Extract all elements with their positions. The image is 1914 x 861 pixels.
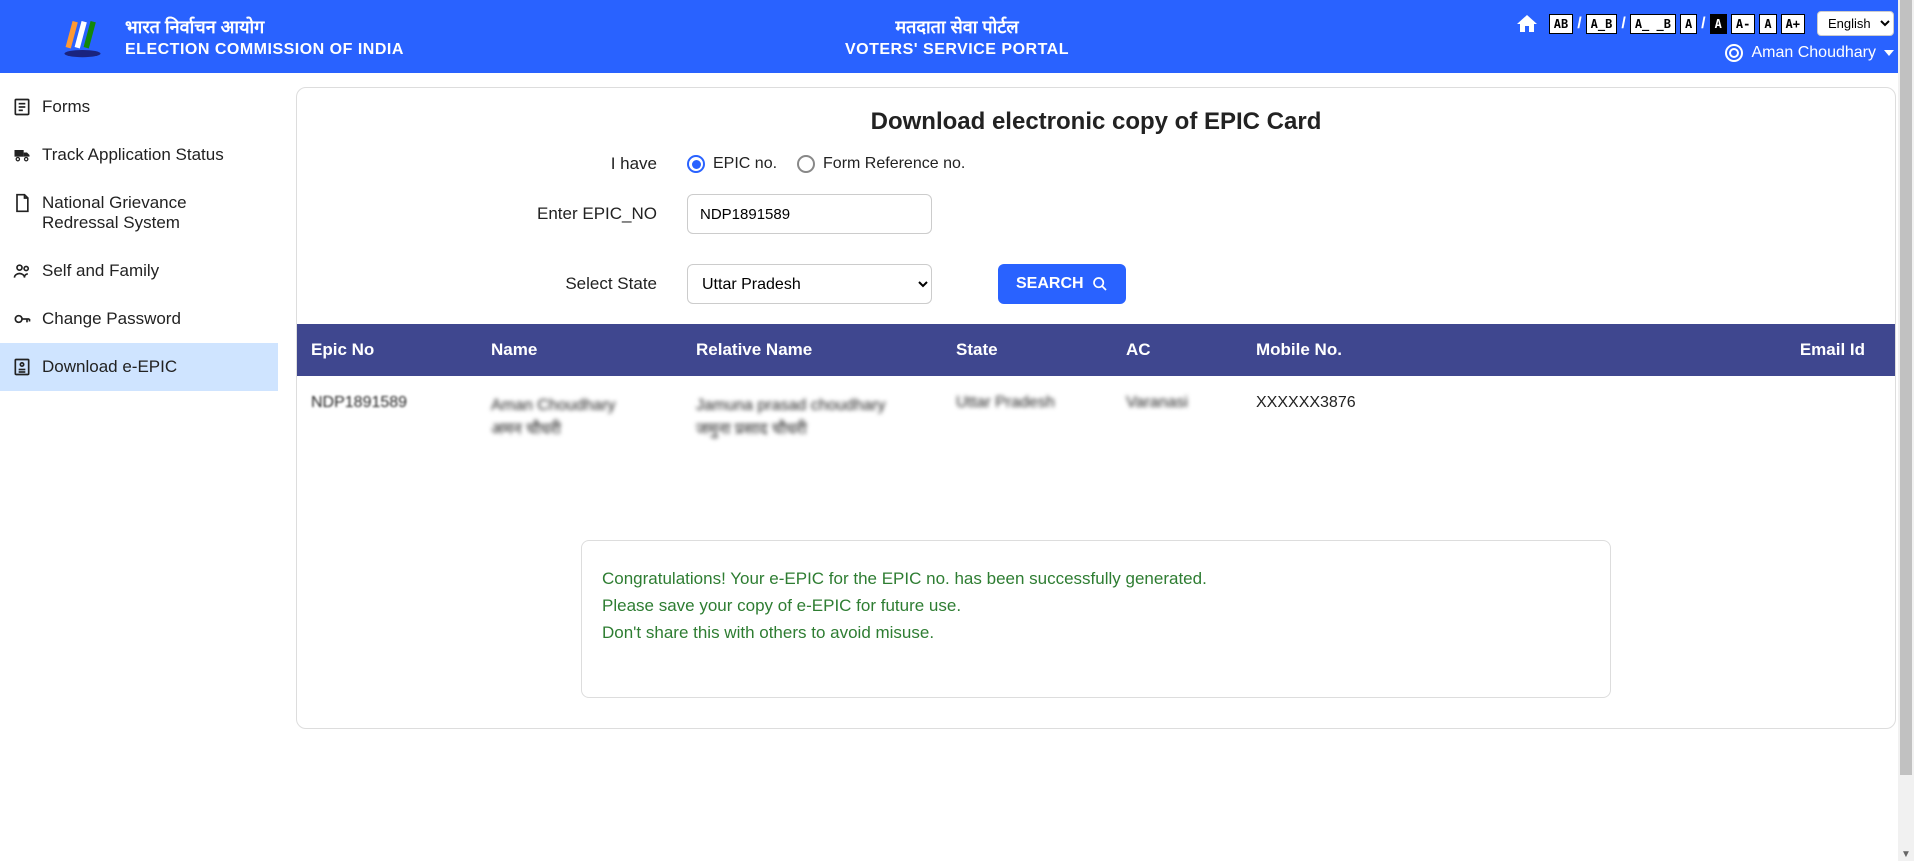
user-icon xyxy=(1725,44,1743,62)
contrast-normal-button[interactable]: A xyxy=(1680,14,1697,34)
i-have-label: I have xyxy=(317,154,687,174)
card-icon xyxy=(12,357,32,377)
radio-epic-no[interactable] xyxy=(687,155,705,173)
language-select[interactable]: English xyxy=(1817,11,1894,36)
home-icon[interactable] xyxy=(1515,12,1539,36)
td-relative: Jamuna prasad choudhary जमुना प्रसाद चौध… xyxy=(682,394,942,442)
sidebar-item-grievance[interactable]: National Grievance Redressal System xyxy=(0,179,278,247)
table-header-row: Epic No Name Relative Name State AC Mobi… xyxy=(297,324,1895,376)
success-message: Congratulations! Your e-EPIC for the EPI… xyxy=(581,540,1611,698)
th-epic: Epic No xyxy=(297,340,477,360)
sidebar-item-label: Forms xyxy=(42,97,90,117)
header: भारत निर्वाचन आयोग ELECTION COMMISSION O… xyxy=(0,0,1914,73)
letter-spacing-wide-button[interactable]: A_B xyxy=(1586,14,1618,34)
font-decrease-button[interactable]: A- xyxy=(1731,14,1755,34)
th-relative: Relative Name xyxy=(682,340,942,360)
sidebar-item-forms[interactable]: Forms xyxy=(0,83,278,131)
td-ac: Varanasi xyxy=(1112,394,1242,442)
table-row: NDP1891589 Aman Choudhary अमन चौधरी Jamu… xyxy=(297,376,1895,460)
scroll-down-icon[interactable]: ▼ xyxy=(1901,849,1911,859)
td-name: Aman Choudhary अमन चौधरी xyxy=(477,394,682,442)
document-icon xyxy=(12,193,32,213)
portal-title: मतदाता सेवा पोर्टल VOTERS' SERVICE PORTA… xyxy=(845,15,1069,59)
search-icon xyxy=(1092,276,1108,292)
radio-epic-label: EPIC no. xyxy=(713,155,777,173)
success-line-1: Congratulations! Your e-EPIC for the EPI… xyxy=(602,565,1590,592)
chevron-down-icon xyxy=(1884,50,1894,56)
truck-icon xyxy=(12,145,32,165)
scrollbar-thumb[interactable] xyxy=(1900,0,1912,775)
td-state: Uttar Pradesh xyxy=(942,394,1112,442)
user-menu[interactable]: Aman Choudhary xyxy=(1725,44,1894,62)
select-state-label: Select State xyxy=(317,274,687,294)
sidebar-item-label: Download e-EPIC xyxy=(42,357,177,377)
search-button[interactable]: SEARCH xyxy=(998,264,1126,304)
sidebar: Forms Track Application Status National … xyxy=(0,73,278,743)
results-table: Epic No Name Relative Name State AC Mobi… xyxy=(297,324,1895,460)
th-ac: AC xyxy=(1112,340,1242,360)
sidebar-item-label: Change Password xyxy=(42,309,181,329)
epic-no-input[interactable] xyxy=(687,194,932,234)
forms-icon xyxy=(12,97,32,117)
th-name: Name xyxy=(477,340,682,360)
org-name-hindi: भारत निर्वाचन आयोग xyxy=(125,15,404,39)
th-state: State xyxy=(942,340,1112,360)
radio-form-ref[interactable] xyxy=(797,155,815,173)
font-increase-button[interactable]: A+ xyxy=(1781,14,1805,34)
td-email xyxy=(1407,394,1895,442)
enter-epic-label: Enter EPIC_NO xyxy=(317,204,687,224)
td-epic: NDP1891589 xyxy=(297,394,477,442)
sidebar-item-change-password[interactable]: Change Password xyxy=(0,295,278,343)
people-icon xyxy=(12,261,32,281)
th-mobile: Mobile No. xyxy=(1242,340,1407,360)
eci-logo-icon xyxy=(60,14,105,59)
key-icon xyxy=(12,309,32,329)
page-title: Download electronic copy of EPIC Card xyxy=(297,108,1895,136)
letter-spacing-wider-button[interactable]: A_ _B xyxy=(1630,14,1676,34)
logo-area: भारत निर्वाचन आयोग ELECTION COMMISSION O… xyxy=(60,14,404,59)
portal-title-hindi: मतदाता सेवा पोर्टल xyxy=(845,15,1069,39)
scrollbar[interactable]: ▲ ▼ xyxy=(1898,0,1914,861)
success-line-3: Don't share this with others to avoid mi… xyxy=(602,619,1590,646)
sidebar-item-download-epic[interactable]: Download e-EPIC xyxy=(0,343,278,391)
sidebar-item-self-family[interactable]: Self and Family xyxy=(0,247,278,295)
user-name-label: Aman Choudhary xyxy=(1751,44,1876,62)
sidebar-item-track[interactable]: Track Application Status xyxy=(0,131,278,179)
font-normal-button[interactable]: A xyxy=(1759,14,1776,34)
sidebar-item-label: Self and Family xyxy=(42,261,159,281)
org-name-english: ELECTION COMMISSION OF INDIA xyxy=(125,41,404,59)
main-card: Download electronic copy of EPIC Card I … xyxy=(296,87,1896,729)
success-line-2: Please save your copy of e-EPIC for futu… xyxy=(602,592,1590,619)
th-email: Email Id xyxy=(1407,340,1895,360)
portal-title-english: VOTERS' SERVICE PORTAL xyxy=(845,41,1069,59)
sidebar-item-label: National Grievance Redressal System xyxy=(42,193,266,233)
contrast-high-button[interactable]: A xyxy=(1710,14,1727,34)
state-select[interactable]: Uttar Pradesh xyxy=(687,264,932,304)
sidebar-item-label: Track Application Status xyxy=(42,145,224,165)
accessibility-toolbar: AB / A_B / A_ _B A / A A- A A+ English xyxy=(1515,11,1894,36)
td-mobile: XXXXXX3876 xyxy=(1242,394,1407,442)
letter-spacing-normal-button[interactable]: AB xyxy=(1549,14,1573,34)
radio-form-label: Form Reference no. xyxy=(823,155,965,173)
